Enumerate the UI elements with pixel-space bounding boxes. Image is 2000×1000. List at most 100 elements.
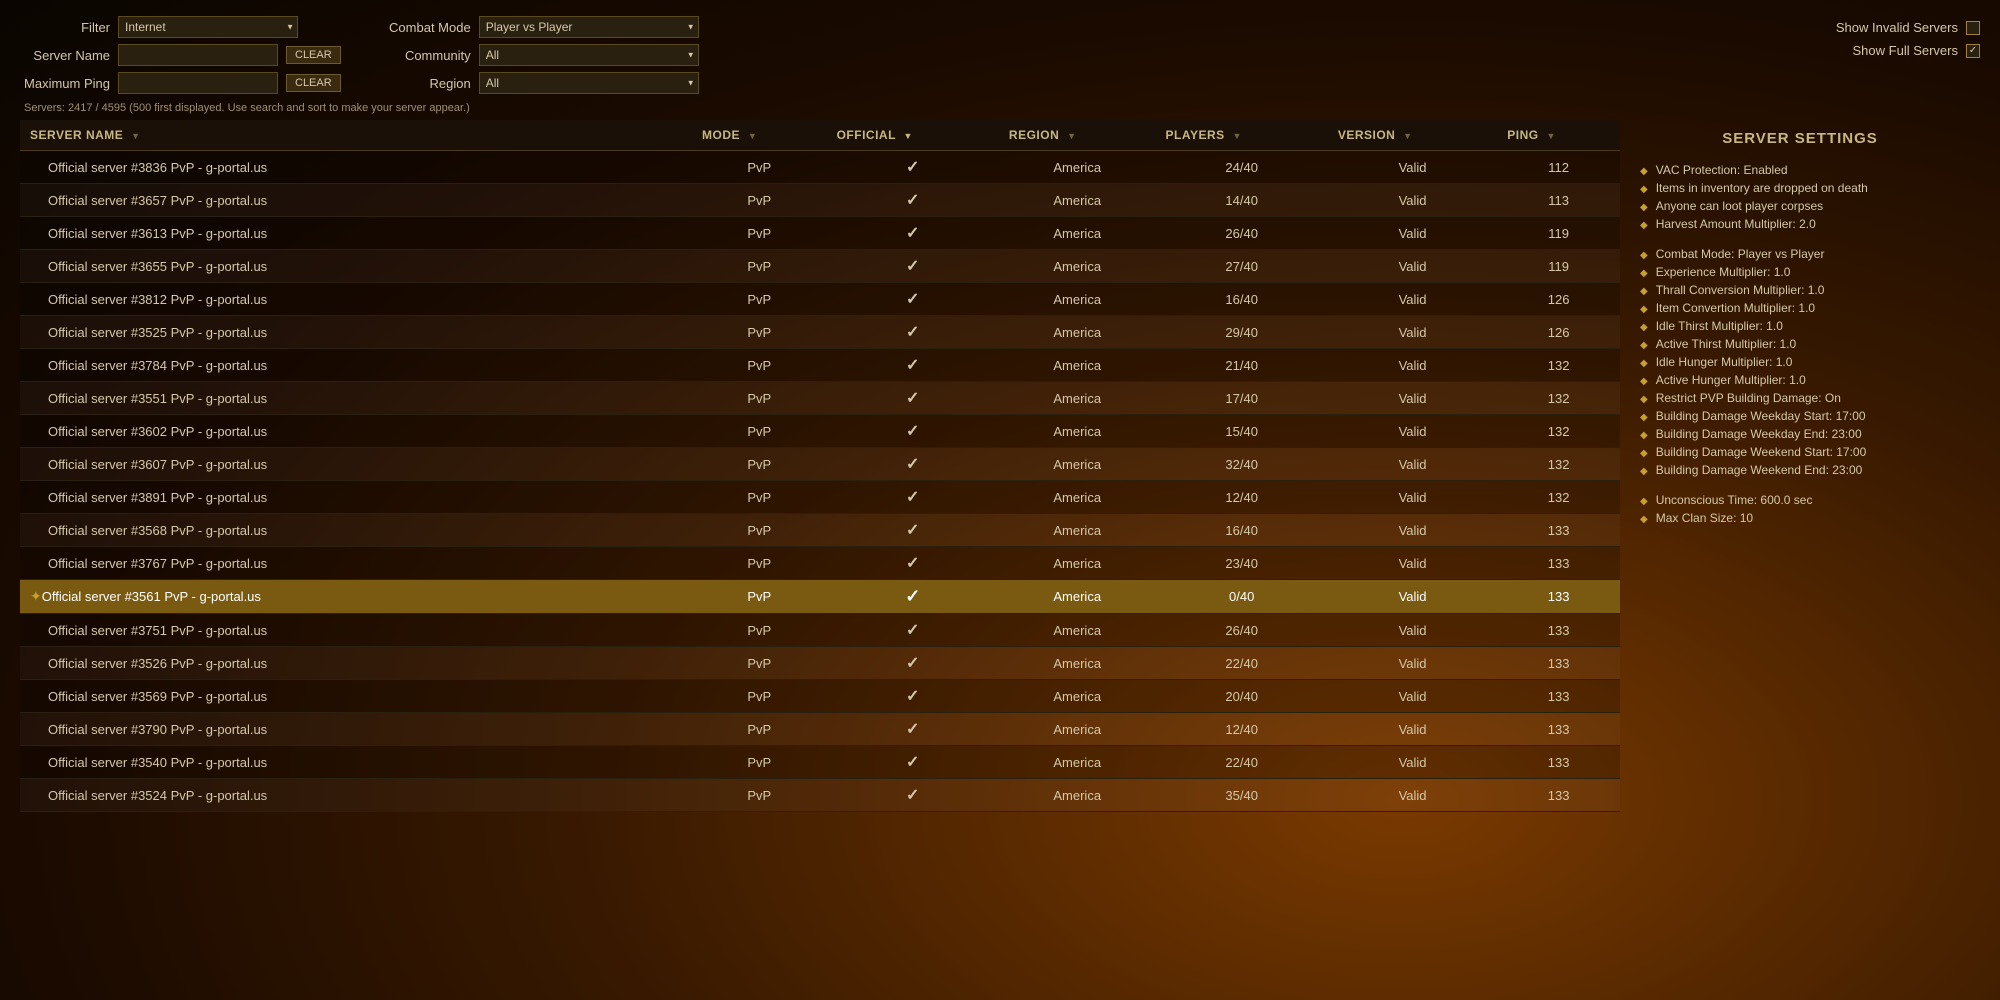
settings-item-text: Idle Thirst Multiplier: 1.0 (1656, 317, 1783, 335)
col-version[interactable]: VERSION (1328, 120, 1497, 151)
right-checkboxes: Show Invalid Servers Show Full Servers (1836, 16, 1980, 58)
server-region-cell: America (999, 217, 1156, 250)
server-name-cell: Official server #3613 PvP - g-portal.us (20, 217, 692, 250)
table-row[interactable]: Official server #3524 PvP - g-portal.usP… (20, 779, 1620, 812)
diamond-icon: ◆ (1640, 266, 1648, 281)
diamond-icon: ◆ (1640, 428, 1648, 443)
star-icon: ✦ (30, 588, 42, 604)
server-region-cell: America (999, 250, 1156, 283)
col-region[interactable]: REGION (999, 120, 1156, 151)
server-version-cell: Valid (1328, 514, 1497, 547)
server-mode-cell: PvP (692, 481, 827, 514)
table-row[interactable]: Official server #3613 PvP - g-portal.usP… (20, 217, 1620, 250)
settings-item-text: Active Hunger Multiplier: 1.0 (1656, 371, 1806, 389)
server-version-cell: Valid (1328, 349, 1497, 382)
max-ping-input[interactable] (118, 72, 278, 94)
server-name-text: Official server #3569 PvP - g-portal.us (48, 689, 267, 704)
official-checkmark: ✓ (906, 456, 919, 473)
server-official-cell: ✓ (827, 283, 999, 316)
table-row[interactable]: Official server #3784 PvP - g-portal.usP… (20, 349, 1620, 382)
official-checkmark: ✓ (906, 754, 919, 771)
server-name-text: Official server #3561 PvP - g-portal.us (42, 589, 261, 604)
region-select-wrapper[interactable]: All (479, 72, 699, 94)
server-table: SERVER NAME MODE OFFICIAL (20, 120, 1620, 812)
server-ping-cell: 133 (1497, 547, 1620, 580)
server-region-cell: America (999, 713, 1156, 746)
filter-select-wrapper[interactable]: Internet (118, 16, 298, 38)
server-region-cell: America (999, 614, 1156, 647)
table-row[interactable]: Official server #3526 PvP - g-portal.usP… (20, 647, 1620, 680)
table-row[interactable]: Official server #3551 PvP - g-portal.usP… (20, 382, 1620, 415)
server-version-cell: Valid (1328, 250, 1497, 283)
server-name-text: Official server #3540 PvP - g-portal.us (48, 755, 267, 770)
table-row[interactable]: Official server #3767 PvP - g-portal.usP… (20, 547, 1620, 580)
combat-mode-select-wrapper[interactable]: Player vs Player (479, 16, 699, 38)
settings-item-text: Unconscious Time: 600.0 sec (1656, 491, 1813, 509)
server-mode-cell: PvP (692, 382, 827, 415)
table-row[interactable]: Official server #3751 PvP - g-portal.usP… (20, 614, 1620, 647)
settings-item-text: Idle Hunger Multiplier: 1.0 (1656, 353, 1793, 371)
region-select[interactable]: All (479, 72, 699, 94)
server-ping-cell: 133 (1497, 514, 1620, 547)
community-select[interactable]: All (479, 44, 699, 66)
col-players[interactable]: PLAYERS (1156, 120, 1328, 151)
table-row[interactable]: Official server #3891 PvP - g-portal.usP… (20, 481, 1620, 514)
table-row[interactable]: Official server #3657 PvP - g-portal.usP… (20, 184, 1620, 217)
server-ping-cell: 126 (1497, 316, 1620, 349)
server-mode-cell: PvP (692, 779, 827, 812)
col-server-name[interactable]: SERVER NAME (20, 120, 692, 151)
filter-select[interactable]: Internet (118, 16, 298, 38)
server-region-cell: America (999, 481, 1156, 514)
table-row[interactable]: Official server #3568 PvP - g-portal.usP… (20, 514, 1620, 547)
server-region-cell: America (999, 647, 1156, 680)
server-official-cell: ✓ (827, 217, 999, 250)
table-row[interactable]: Official server #3602 PvP - g-portal.usP… (20, 415, 1620, 448)
col-official[interactable]: OFFICIAL (827, 120, 999, 151)
server-name-text: Official server #3790 PvP - g-portal.us (48, 722, 267, 737)
table-row[interactable]: Official server #3607 PvP - g-portal.usP… (20, 448, 1620, 481)
server-name-input[interactable] (118, 44, 278, 66)
server-official-cell: ✓ (827, 547, 999, 580)
settings-item: ◆Building Damage Weekday Start: 17:00 (1640, 407, 1960, 425)
settings-item-text: Thrall Conversion Multiplier: 1.0 (1656, 281, 1825, 299)
official-checkmark: ✓ (906, 522, 919, 539)
combat-mode-select[interactable]: Player vs Player (479, 16, 699, 38)
diamond-icon: ◆ (1640, 356, 1648, 371)
table-scroll-wrapper[interactable]: SERVER NAME MODE OFFICIAL (20, 120, 1620, 812)
table-row[interactable]: ✦Official server #3561 PvP - g-portal.us… (20, 580, 1620, 614)
col-ping[interactable]: PING (1497, 120, 1620, 151)
server-version-cell: Valid (1328, 713, 1497, 746)
server-official-cell: ✓ (827, 580, 999, 614)
table-row[interactable]: Official server #3569 PvP - g-portal.usP… (20, 680, 1620, 713)
server-players-cell: 24/40 (1156, 151, 1328, 184)
server-ping-cell: 133 (1497, 746, 1620, 779)
settings-item-text: Restrict PVP Building Damage: On (1656, 389, 1841, 407)
server-mode-cell: PvP (692, 547, 827, 580)
table-row[interactable]: Official server #3540 PvP - g-portal.us P… (20, 746, 1620, 779)
table-row[interactable]: Official server #3790 PvP - g-portal.usP… (20, 713, 1620, 746)
show-full-label: Show Full Servers (1853, 43, 1958, 58)
show-invalid-checkbox[interactable] (1966, 21, 1980, 35)
server-mode-cell: PvP (692, 746, 827, 779)
server-mode-cell: PvP (692, 580, 827, 614)
server-name-cell: Official server #3767 PvP - g-portal.us (20, 547, 692, 580)
show-full-checkbox[interactable] (1966, 44, 1980, 58)
table-row[interactable]: Official server #3655 PvP - g-portal.usP… (20, 250, 1620, 283)
community-row: Community All (381, 44, 699, 66)
filter-row: Filter Internet (20, 16, 341, 38)
table-row[interactable]: Official server #3836 PvP - g-portal.usP… (20, 151, 1620, 184)
settings-item: ◆Idle Thirst Multiplier: 1.0 (1640, 317, 1960, 335)
settings-divider (1640, 233, 1960, 245)
server-name-cell: Official server #3525 PvP - g-portal.us (20, 316, 692, 349)
diamond-icon: ◆ (1640, 494, 1648, 509)
community-select-wrapper[interactable]: All (479, 44, 699, 66)
server-name-clear-button[interactable]: CLEAR (286, 46, 341, 64)
table-row[interactable]: Official server #3525 PvP - g-portal.usP… (20, 316, 1620, 349)
table-row[interactable]: Official server #3812 PvP - g-portal.usP… (20, 283, 1620, 316)
server-name-cell: Official server #3655 PvP - g-portal.us (20, 250, 692, 283)
col-mode[interactable]: MODE (692, 120, 827, 151)
settings-item: ◆VAC Protection: Enabled (1640, 161, 1960, 179)
max-ping-clear-button[interactable]: CLEAR (286, 74, 341, 92)
server-ping-cell: 133 (1497, 614, 1620, 647)
settings-item: ◆ Idle Hunger Multiplier: 1.0 (1640, 353, 1960, 371)
